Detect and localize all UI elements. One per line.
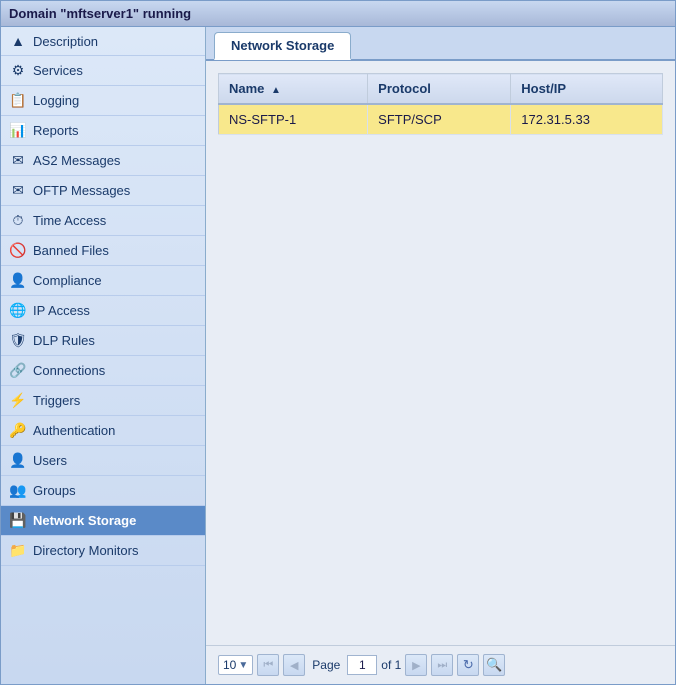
compliance-icon: 👤 bbox=[9, 272, 27, 289]
sidebar-label-users: Users bbox=[33, 453, 67, 468]
of-label: of 1 bbox=[381, 658, 401, 672]
sidebar-item-connections[interactable]: 🔗 Connections bbox=[1, 356, 205, 386]
sidebar-label-authentication: Authentication bbox=[33, 423, 115, 438]
first-page-button[interactable]: ⏮ bbox=[257, 654, 279, 676]
tab-bar: Network Storage bbox=[206, 27, 675, 61]
triggers-icon: ⚡ bbox=[9, 392, 27, 409]
sidebar-label-time-access: Time Access bbox=[33, 213, 106, 228]
logging-icon: 📋 bbox=[9, 92, 27, 109]
sidebar-label-connections: Connections bbox=[33, 363, 105, 378]
sidebar-item-compliance[interactable]: 👤 Compliance bbox=[1, 266, 205, 296]
sidebar: ▲ Description ⚙ Services 📋 Logging 📊 Reports ✉ AS… bbox=[1, 27, 206, 684]
table-row[interactable]: NS-SFTP-1SFTP/SCP172.31.5.33 bbox=[219, 104, 663, 135]
sidebar-label-groups: Groups bbox=[33, 483, 76, 498]
sidebar-item-dlp-rules[interactable]: 🛡 DLP Rules bbox=[1, 326, 205, 356]
banned-files-icon: 🚫 bbox=[9, 242, 27, 259]
users-icon: 👤 bbox=[9, 452, 27, 469]
page-number-input[interactable] bbox=[347, 655, 377, 675]
sidebar-item-directory-monitors[interactable]: 📁 Directory Monitors bbox=[1, 536, 205, 566]
table-container: Name ▲ Protocol Host/IP NS-SFTP- bbox=[206, 61, 675, 645]
dlp-rules-icon: 🛡 bbox=[9, 332, 27, 349]
dropdown-arrow-icon: ▼ bbox=[238, 660, 248, 671]
as2-messages-icon: ✉ bbox=[9, 152, 27, 169]
prev-page-button[interactable]: ◀ bbox=[283, 654, 305, 676]
search-button[interactable]: 🔍 bbox=[483, 654, 505, 676]
reports-icon: 📊 bbox=[9, 122, 27, 139]
window-title: Domain "mftserver1" running bbox=[9, 6, 191, 21]
sidebar-label-services: Services bbox=[33, 63, 83, 78]
sidebar-label-reports: Reports bbox=[33, 123, 79, 138]
sidebar-item-description[interactable]: ▲ Description bbox=[1, 27, 205, 56]
sidebar-item-network-storage[interactable]: 💾 Network Storage bbox=[1, 506, 205, 536]
table-header-row: Name ▲ Protocol Host/IP bbox=[219, 74, 663, 105]
sidebar-item-users[interactable]: 👤 Users bbox=[1, 446, 205, 476]
sidebar-item-reports[interactable]: 📊 Reports bbox=[1, 116, 205, 146]
page-size-select[interactable]: 10 ▼ bbox=[218, 655, 253, 675]
cell-host_ip: 172.31.5.33 bbox=[511, 104, 663, 135]
groups-icon: 👥 bbox=[9, 482, 27, 499]
ip-access-icon: 🌐 bbox=[9, 302, 27, 319]
sidebar-label-logging: Logging bbox=[33, 93, 79, 108]
col-protocol[interactable]: Protocol bbox=[368, 74, 511, 105]
sidebar-label-directory-monitors: Directory Monitors bbox=[33, 543, 138, 558]
sidebar-label-description: Description bbox=[33, 34, 98, 49]
title-bar: Domain "mftserver1" running bbox=[1, 1, 675, 27]
pagination-bar: 10 ▼ ⏮ ◀ Page of 1 ▶ ⏭ ↻ 🔍 bbox=[206, 645, 675, 684]
directory-monitors-icon: 📁 bbox=[9, 542, 27, 559]
oftp-messages-icon: ✉ bbox=[9, 182, 27, 199]
sidebar-label-compliance: Compliance bbox=[33, 273, 102, 288]
tab-network-storage[interactable]: Network Storage bbox=[214, 32, 351, 60]
sidebar-item-groups[interactable]: 👥 Groups bbox=[1, 476, 205, 506]
next-page-button[interactable]: ▶ bbox=[405, 654, 427, 676]
last-page-button[interactable]: ⏭ bbox=[431, 654, 453, 676]
cell-name: NS-SFTP-1 bbox=[219, 104, 368, 135]
sidebar-item-oftp-messages[interactable]: ✉ OFTP Messages bbox=[1, 176, 205, 206]
sidebar-item-time-access[interactable]: ⏱ Time Access bbox=[1, 206, 205, 236]
sidebar-item-authentication[interactable]: 🔑 Authentication bbox=[1, 416, 205, 446]
sidebar-label-network-storage: Network Storage bbox=[33, 513, 136, 528]
time-access-icon: ⏱ bbox=[9, 212, 27, 229]
refresh-button[interactable]: ↻ bbox=[457, 654, 479, 676]
authentication-icon: 🔑 bbox=[9, 422, 27, 439]
sort-asc-icon: ▲ bbox=[271, 85, 281, 96]
sidebar-item-services[interactable]: ⚙ Services bbox=[1, 56, 205, 86]
main-content: Network Storage Name ▲ Protocol bbox=[206, 27, 675, 684]
page-label: Page bbox=[312, 658, 340, 672]
network-storage-icon: 💾 bbox=[9, 512, 27, 529]
connections-icon: 🔗 bbox=[9, 362, 27, 379]
sidebar-label-triggers: Triggers bbox=[33, 393, 80, 408]
sidebar-item-banned-files[interactable]: 🚫 Banned Files bbox=[1, 236, 205, 266]
network-storage-table: Name ▲ Protocol Host/IP NS-SFTP- bbox=[218, 73, 663, 135]
sidebar-item-as2-messages[interactable]: ✉ AS2 Messages bbox=[1, 146, 205, 176]
description-icon: ▲ bbox=[9, 33, 27, 49]
table-body: NS-SFTP-1SFTP/SCP172.31.5.33 bbox=[219, 104, 663, 135]
sidebar-label-as2-messages: AS2 Messages bbox=[33, 153, 120, 168]
sidebar-label-dlp-rules: DLP Rules bbox=[33, 333, 95, 348]
main-window: Domain "mftserver1" running ▲ Description… bbox=[0, 0, 676, 685]
sidebar-label-oftp-messages: OFTP Messages bbox=[33, 183, 130, 198]
sidebar-item-triggers[interactable]: ⚡ Triggers bbox=[1, 386, 205, 416]
sidebar-item-logging[interactable]: 📋 Logging bbox=[1, 86, 205, 116]
cell-protocol: SFTP/SCP bbox=[368, 104, 511, 135]
sidebar-label-ip-access: IP Access bbox=[33, 303, 90, 318]
col-name[interactable]: Name ▲ bbox=[219, 74, 368, 105]
sidebar-item-ip-access[interactable]: 🌐 IP Access bbox=[1, 296, 205, 326]
col-hostip[interactable]: Host/IP bbox=[511, 74, 663, 105]
sidebar-label-banned-files: Banned Files bbox=[33, 243, 109, 258]
content-area: ▲ Description ⚙ Services 📋 Logging 📊 Reports ✉ AS… bbox=[1, 27, 675, 684]
services-icon: ⚙ bbox=[9, 62, 27, 79]
